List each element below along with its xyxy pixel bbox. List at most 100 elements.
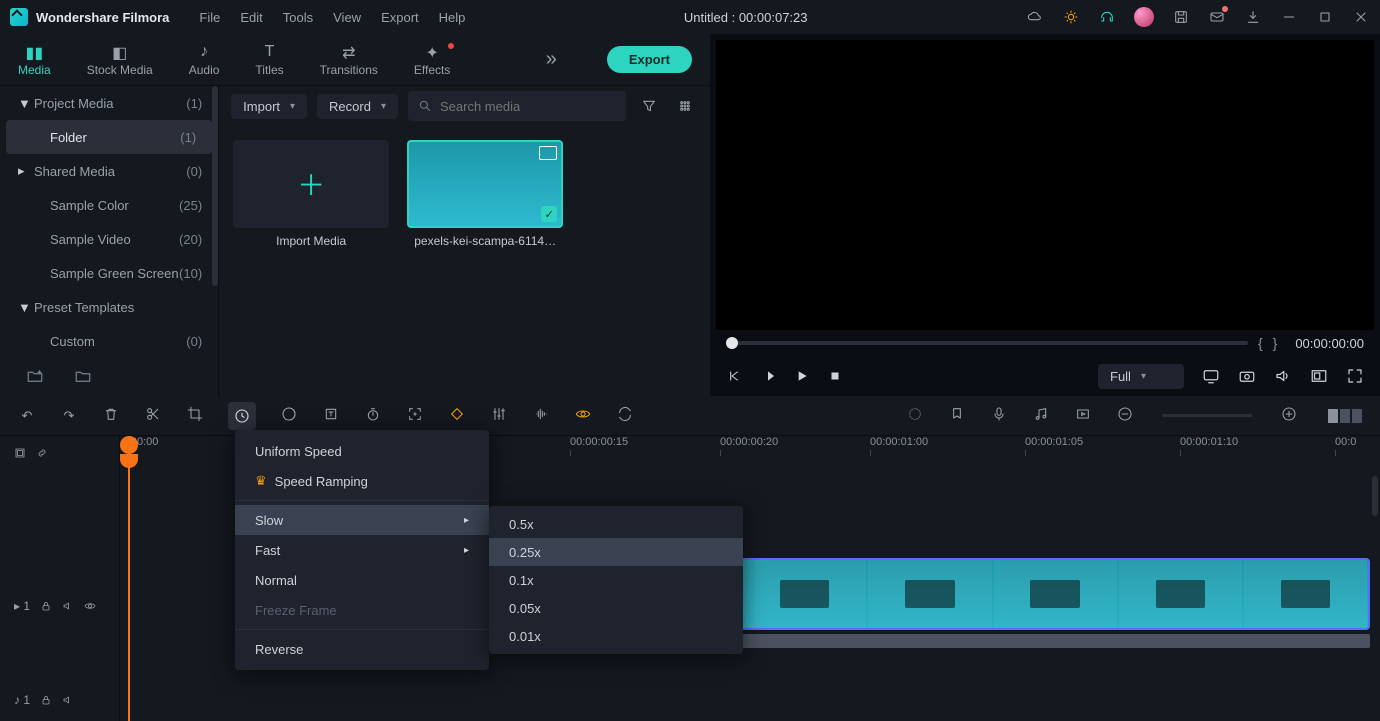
delete-icon[interactable] bbox=[102, 406, 120, 425]
export-button[interactable]: Export bbox=[607, 46, 692, 73]
mic-icon[interactable] bbox=[990, 406, 1008, 425]
play-icon[interactable] bbox=[794, 368, 810, 384]
menu-edit[interactable]: Edit bbox=[240, 10, 262, 25]
record-dropdown[interactable]: Record▾ bbox=[317, 94, 398, 119]
target-icon[interactable] bbox=[906, 406, 924, 425]
zoom-out-icon[interactable] bbox=[1116, 406, 1134, 425]
display-icon[interactable] bbox=[1202, 367, 1220, 385]
mail-icon[interactable] bbox=[1208, 8, 1226, 26]
fullscreen-icon[interactable] bbox=[1346, 367, 1364, 385]
playhead[interactable] bbox=[128, 436, 130, 721]
ctx-reverse[interactable]: Reverse bbox=[235, 634, 489, 664]
sparkle-icon[interactable] bbox=[1062, 8, 1080, 26]
search-input[interactable] bbox=[408, 91, 626, 121]
mute-icon[interactable] bbox=[62, 694, 74, 706]
adjust-icon[interactable] bbox=[490, 406, 508, 425]
sidebar-preset-templates[interactable]: ▼Preset Templates bbox=[0, 290, 218, 324]
tab-audio[interactable]: ♪Audio bbox=[189, 43, 220, 77]
mark-in-icon[interactable]: { bbox=[1258, 335, 1263, 351]
ctx-fast[interactable]: Fast▸ bbox=[235, 535, 489, 565]
layout-icon[interactable] bbox=[1310, 367, 1328, 385]
focus-icon[interactable] bbox=[406, 406, 424, 425]
quality-dropdown[interactable]: Full▾ bbox=[1098, 364, 1184, 389]
menu-file[interactable]: File bbox=[199, 10, 220, 25]
tab-stock-media[interactable]: ◧Stock Media bbox=[87, 43, 153, 77]
render-icon[interactable] bbox=[1074, 406, 1092, 425]
sidebar-folder[interactable]: Folder(1) bbox=[6, 120, 212, 154]
sidebar-sample-color[interactable]: Sample Color(25) bbox=[0, 188, 218, 222]
undo-icon[interactable]: ↶ bbox=[18, 408, 36, 424]
play-pause-icon[interactable] bbox=[760, 368, 776, 384]
timer-icon[interactable] bbox=[364, 406, 382, 425]
menu-tools[interactable]: Tools bbox=[283, 10, 313, 25]
new-folder-icon[interactable] bbox=[26, 367, 44, 388]
sidebar-scrollbar[interactable] bbox=[212, 86, 218, 286]
zoom-in-icon[interactable] bbox=[1280, 406, 1298, 425]
ctx-uniform-speed[interactable]: Uniform Speed bbox=[235, 436, 489, 466]
sub-0-01x[interactable]: 0.01x bbox=[489, 622, 743, 650]
motion-icon[interactable] bbox=[574, 406, 592, 425]
eye-icon[interactable] bbox=[84, 600, 96, 612]
grid-view-icon[interactable] bbox=[672, 93, 698, 119]
sub-0-25x[interactable]: 0.25x bbox=[489, 538, 743, 566]
save-icon[interactable] bbox=[1172, 8, 1190, 26]
download-icon[interactable] bbox=[1244, 8, 1262, 26]
timeline-scrollbar[interactable] bbox=[1372, 476, 1378, 516]
speed-icon[interactable] bbox=[228, 402, 256, 430]
filter-icon[interactable] bbox=[636, 93, 662, 119]
menu-help[interactable]: Help bbox=[439, 10, 466, 25]
redo-icon[interactable]: ↷ bbox=[60, 408, 78, 424]
sidebar-shared-media[interactable]: ▸Shared Media(0) bbox=[0, 154, 218, 188]
gutter-thumbnail-icon[interactable] bbox=[14, 447, 26, 462]
repeat-icon[interactable] bbox=[616, 406, 634, 425]
sidebar-sample-green[interactable]: Sample Green Screen(10) bbox=[0, 256, 218, 290]
tab-effects[interactable]: ✦Effects bbox=[414, 43, 450, 77]
search-field[interactable] bbox=[440, 99, 616, 114]
music-icon[interactable] bbox=[1032, 406, 1050, 425]
tab-transitions[interactable]: ⇄Transitions bbox=[320, 43, 378, 77]
prev-frame-icon[interactable] bbox=[726, 368, 742, 384]
volume-icon[interactable] bbox=[1274, 367, 1292, 385]
sub-0-05x[interactable]: 0.05x bbox=[489, 594, 743, 622]
sidebar-sample-video[interactable]: Sample Video(20) bbox=[0, 222, 218, 256]
video-track-header[interactable]: ▸ 1 bbox=[0, 596, 119, 616]
import-media-tile[interactable]: ＋ Import Media bbox=[233, 140, 389, 248]
gutter-link-icon[interactable] bbox=[36, 447, 48, 462]
tab-media[interactable]: ▮▮Media bbox=[18, 43, 51, 77]
view-mode-icon[interactable] bbox=[1328, 409, 1362, 423]
sidebar-custom[interactable]: Custom(0) bbox=[0, 324, 218, 358]
lock-icon[interactable] bbox=[40, 694, 52, 706]
minimize-icon[interactable] bbox=[1280, 8, 1298, 26]
keyframe-icon[interactable] bbox=[448, 406, 466, 425]
media-clip-tile[interactable]: ✓ pexels-kei-scampa-6114… bbox=[407, 140, 563, 248]
ctx-speed-ramping[interactable]: ♛Speed Ramping bbox=[235, 466, 489, 496]
audio-wave-icon[interactable] bbox=[532, 406, 550, 425]
stop-icon[interactable] bbox=[828, 369, 842, 383]
close-icon[interactable] bbox=[1352, 8, 1370, 26]
ctx-slow[interactable]: Slow▸ bbox=[235, 505, 489, 535]
cloud-icon[interactable] bbox=[1026, 8, 1044, 26]
tab-titles[interactable]: TTitles bbox=[255, 43, 283, 77]
snapshot-icon[interactable] bbox=[1238, 367, 1256, 385]
menu-export[interactable]: Export bbox=[381, 10, 419, 25]
folder-icon[interactable] bbox=[74, 367, 92, 388]
maximize-icon[interactable] bbox=[1316, 8, 1334, 26]
lock-icon[interactable] bbox=[40, 600, 52, 612]
preview-seekbar[interactable] bbox=[726, 341, 1248, 345]
ctx-normal[interactable]: Normal bbox=[235, 565, 489, 595]
headset-icon[interactable] bbox=[1098, 8, 1116, 26]
marker-icon[interactable] bbox=[948, 406, 966, 425]
zoom-slider[interactable] bbox=[1162, 414, 1252, 417]
split-icon[interactable] bbox=[144, 406, 162, 425]
menu-view[interactable]: View bbox=[333, 10, 361, 25]
mark-out-icon[interactable]: } bbox=[1273, 335, 1278, 351]
text-icon[interactable] bbox=[322, 406, 340, 425]
preview-viewport[interactable] bbox=[716, 40, 1374, 330]
sub-0-1x[interactable]: 0.1x bbox=[489, 566, 743, 594]
color-icon[interactable] bbox=[280, 406, 298, 425]
sidebar-project-media[interactable]: ▼Project Media(1) bbox=[0, 86, 218, 120]
import-dropdown[interactable]: Import▾ bbox=[231, 94, 307, 119]
mute-icon[interactable] bbox=[62, 600, 74, 612]
audio-track-header[interactable]: ♪ 1 bbox=[0, 690, 119, 710]
sub-0-5x[interactable]: 0.5x bbox=[489, 510, 743, 538]
